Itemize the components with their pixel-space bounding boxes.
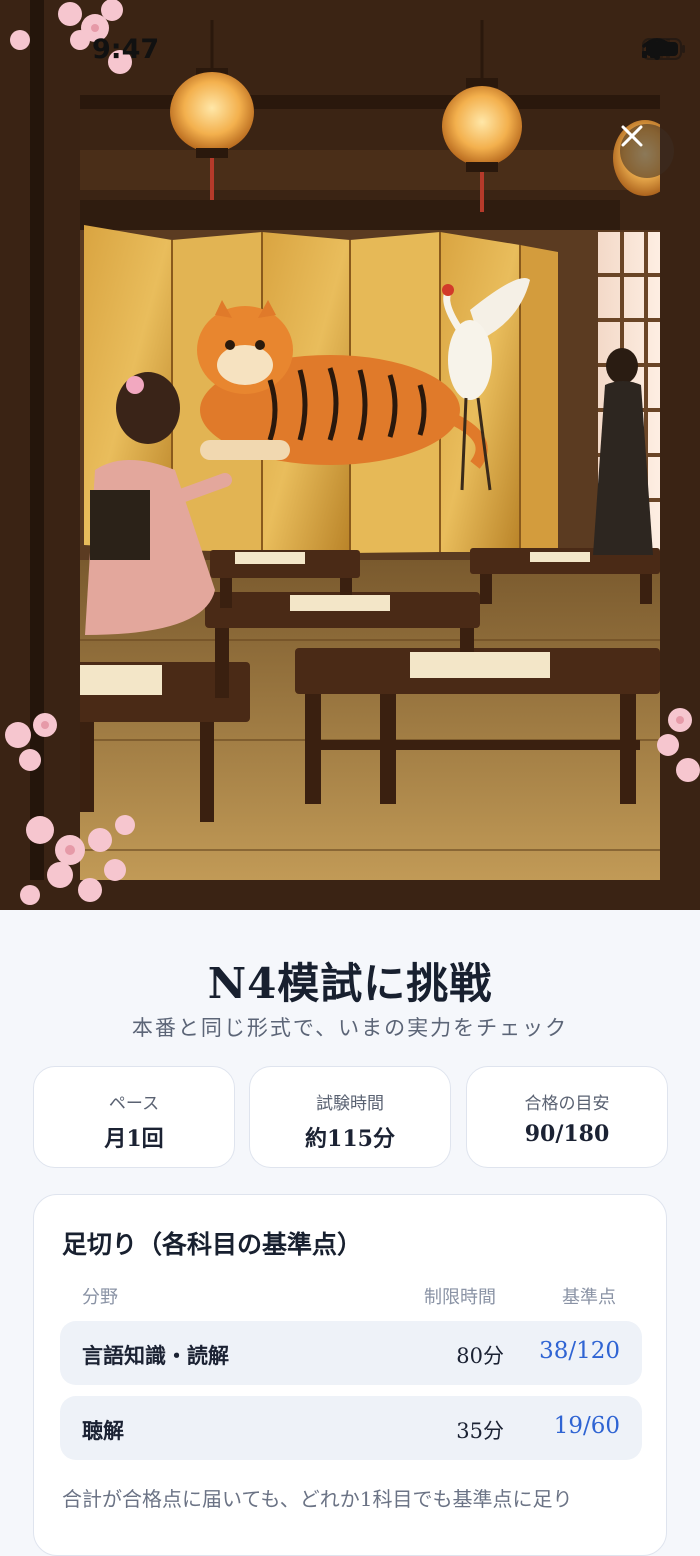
column-header-score: 基準点 [562,1287,616,1308]
close-button[interactable] [620,124,674,178]
stat-value: 90/180 [524,1121,610,1147]
classroom-scene-image [0,0,700,910]
stat-card-duration: 試験時間 約115分 [249,1066,451,1168]
row-cutoff-score: 19/60 [553,1413,620,1439]
row-time-limit: 80分 [456,1344,504,1368]
stat-label: 合格の目安 [524,1094,610,1114]
status-time: 9:47 [92,34,160,65]
stats-row: ペース 月1回 試験時間 約115分 合格の目安 90/180 [33,1066,668,1168]
row-subject: 聴解 [82,1418,124,1443]
stat-value: 月1回 [104,1126,164,1152]
hero-illustration: 9:47 [0,0,700,910]
page-title: N4模試に挑戦 [207,959,493,1008]
row-subject: 言語知識・読解 [82,1343,229,1368]
table-row: 聴解 35分 19/60 [60,1396,642,1460]
column-header-time: 制限時間 [424,1287,496,1308]
table-row: 言語知識・読解 80分 38/120 [60,1321,642,1385]
column-header-area: 分野 [82,1287,118,1308]
stat-value: 約115分 [305,1126,395,1152]
content-sheet: N4模試に挑戦 本番と同じ形式で、いまの実力をチェック ペース 月1回 試験時間… [0,910,700,1556]
row-time-limit: 35分 [456,1419,504,1443]
stat-label: ペース [108,1094,160,1114]
cutoff-note: 合計が合格点に届いても、どれか1科目でも基準点に足り [62,1487,573,1511]
page-subtitle: 本番と同じ形式で、いまの実力をチェック [131,1016,569,1040]
row-cutoff-score: 38/120 [539,1338,620,1364]
cutoff-card: 足切り（各科目の基準点） 分野 制限時間 基準点 言語知識・読解 80分 38/… [33,1194,667,1556]
stat-card-pace: ペース 月1回 [33,1066,235,1168]
status-bar: 9:47 [0,0,700,100]
cutoff-title: 足切り（各科目の基準点） [62,1230,363,1259]
stat-label: 試験時間 [316,1094,384,1114]
stat-card-passing-score: 合格の目安 90/180 [466,1066,668,1168]
